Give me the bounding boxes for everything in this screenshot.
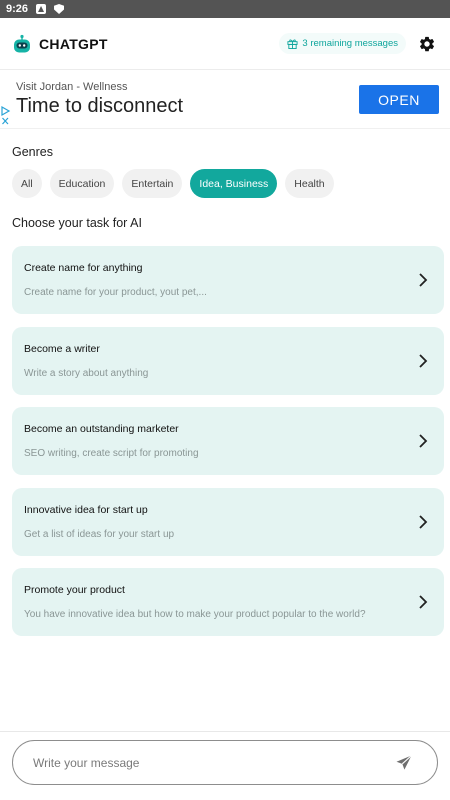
task-card[interactable]: Become an outstanding marketer SEO writi… — [12, 407, 444, 475]
app-header: CHATGPT 3 remaining messages — [0, 18, 450, 70]
chevron-right-icon — [419, 353, 428, 368]
brand-logo: CHATGPT — [12, 34, 108, 54]
shield-icon — [54, 4, 65, 14]
composer-divider — [0, 731, 450, 732]
send-button[interactable] — [393, 752, 415, 774]
chevron-right-icon — [419, 273, 428, 287]
genre-chip-education[interactable]: Education — [49, 169, 115, 198]
status-bar: 9:26 — [0, 0, 450, 18]
task-card[interactable]: Innovative idea for start up Get a list … — [12, 487, 444, 556]
task-card[interactable]: Create name for anything Create name for… — [12, 246, 444, 314]
notification-a-icon — [36, 4, 47, 14]
ad-title: Time to disconnect — [16, 95, 184, 117]
robot-logo-icon — [14, 34, 30, 52]
genre-chip-idea-business[interactable]: Idea, Business — [190, 169, 278, 198]
task-list: Create name for anything Create name for… — [12, 246, 444, 649]
chevron-right-icon — [419, 595, 428, 609]
task-card-title: Create name for anything — [24, 262, 143, 274]
send-icon — [396, 754, 412, 770]
settings-button[interactable] — [416, 33, 438, 55]
task-card-title: Promote your product — [24, 584, 125, 596]
genres-chip-row: All Education Entertain Idea, Business H… — [12, 169, 334, 198]
task-card[interactable]: Become a writer Write a story about anyt… — [12, 326, 444, 395]
brand-name: CHATGPT — [39, 35, 108, 52]
task-card-title: Innovative idea for start up — [24, 503, 148, 516]
genre-chip-health[interactable]: Health — [285, 169, 334, 198]
genre-chip-entertain[interactable]: Entertain — [122, 169, 183, 198]
ad-banner[interactable]: Visit Jordan - Wellness Time to disconne… — [0, 71, 450, 129]
ad-subtitle: Visit Jordan - Wellness — [16, 81, 128, 93]
task-card[interactable]: Promote your product You have innovative… — [12, 568, 444, 636]
task-card-title: Become an outstanding marketer — [24, 423, 179, 435]
task-card-description: You have innovative idea but how to make… — [24, 609, 366, 620]
remaining-messages-badge[interactable]: 3 remaining messages — [279, 33, 406, 54]
gear-icon — [419, 36, 435, 51]
status-time: 9:26 — [6, 3, 29, 15]
task-card-title: Become a writer — [24, 342, 100, 355]
genres-title: Genres — [12, 145, 53, 159]
genre-chip-all[interactable]: All — [12, 169, 42, 198]
gift-icon — [287, 39, 298, 49]
task-card-description: Create name for your product, yout pet,.… — [24, 287, 207, 298]
task-card-description: Write a story about anything — [24, 367, 149, 379]
message-input[interactable] — [33, 755, 393, 770]
ad-open-button[interactable]: OPEN — [359, 85, 439, 114]
chevron-right-icon — [419, 514, 428, 529]
task-card-description: Get a list of ideas for your start up — [24, 528, 175, 540]
message-composer — [12, 740, 438, 785]
ad-choices-icon[interactable] — [1, 106, 11, 126]
remaining-messages-text: 3 remaining messages — [302, 38, 398, 49]
task-card-description: SEO writing, create script for promoting — [24, 448, 199, 459]
chevron-right-icon — [419, 434, 428, 448]
tasks-title: Choose your task for AI — [12, 216, 142, 230]
